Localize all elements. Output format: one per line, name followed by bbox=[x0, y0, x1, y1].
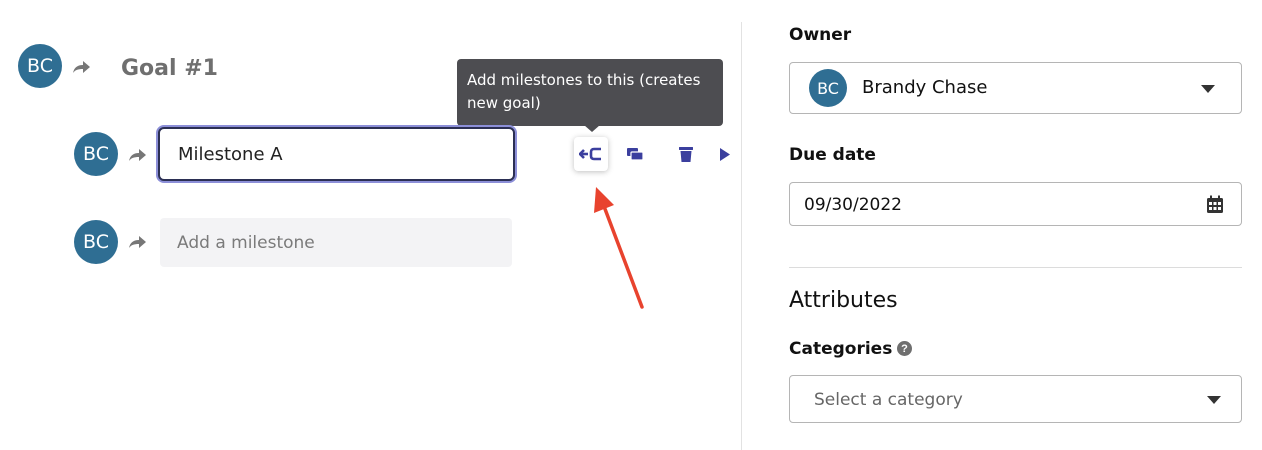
owner-select[interactable]: BC Brandy Chase bbox=[789, 62, 1242, 114]
owner-avatar: BC bbox=[809, 69, 847, 107]
due-date-value: 09/30/2022 bbox=[804, 195, 902, 215]
milestone-owner-avatar[interactable]: BC bbox=[74, 132, 118, 176]
calendar-icon[interactable] bbox=[1206, 195, 1224, 214]
owner-name: Brandy Chase bbox=[862, 77, 988, 98]
share-arrow-icon bbox=[129, 149, 146, 161]
category-select[interactable]: Select a category bbox=[789, 375, 1242, 423]
due-date-label: Due date bbox=[789, 145, 876, 165]
attributes-heading: Attributes bbox=[789, 288, 898, 313]
trash-icon bbox=[679, 146, 693, 162]
milestone-name-input[interactable] bbox=[158, 127, 515, 181]
expand-arrow-icon bbox=[720, 147, 730, 161]
chevron-down-icon bbox=[1201, 85, 1215, 93]
tooltip: Add milestones to this (creates new goal… bbox=[457, 59, 723, 126]
tooltip-text: Add milestones to this (creates new goal… bbox=[467, 71, 701, 112]
categories-label: Categories bbox=[789, 339, 893, 359]
owner-label: Owner bbox=[789, 25, 852, 45]
goal-owner-avatar[interactable]: BC bbox=[18, 44, 62, 88]
expand-button[interactable] bbox=[716, 145, 734, 163]
section-divider bbox=[789, 267, 1242, 268]
chevron-down-icon bbox=[1207, 396, 1221, 404]
share-arrow-icon bbox=[73, 61, 90, 73]
due-date-field[interactable]: 09/30/2022 bbox=[789, 182, 1242, 226]
annotation-arrow bbox=[594, 187, 644, 309]
add-milestones-button[interactable] bbox=[574, 137, 608, 171]
delete-button[interactable] bbox=[676, 144, 696, 164]
help-icon[interactable]: ? bbox=[897, 341, 912, 356]
add-milestone-input[interactable] bbox=[160, 218, 512, 267]
duplicate-icon bbox=[627, 148, 644, 161]
tooltip-caret bbox=[584, 125, 600, 132]
panel-divider bbox=[741, 22, 742, 450]
add-milestones-icon bbox=[579, 147, 601, 161]
goal-title[interactable]: Goal #1 bbox=[121, 56, 218, 81]
duplicate-button[interactable] bbox=[624, 145, 646, 163]
category-placeholder: Select a category bbox=[814, 390, 963, 410]
share-arrow-icon bbox=[129, 236, 146, 248]
new-milestone-avatar[interactable]: BC bbox=[74, 220, 118, 264]
